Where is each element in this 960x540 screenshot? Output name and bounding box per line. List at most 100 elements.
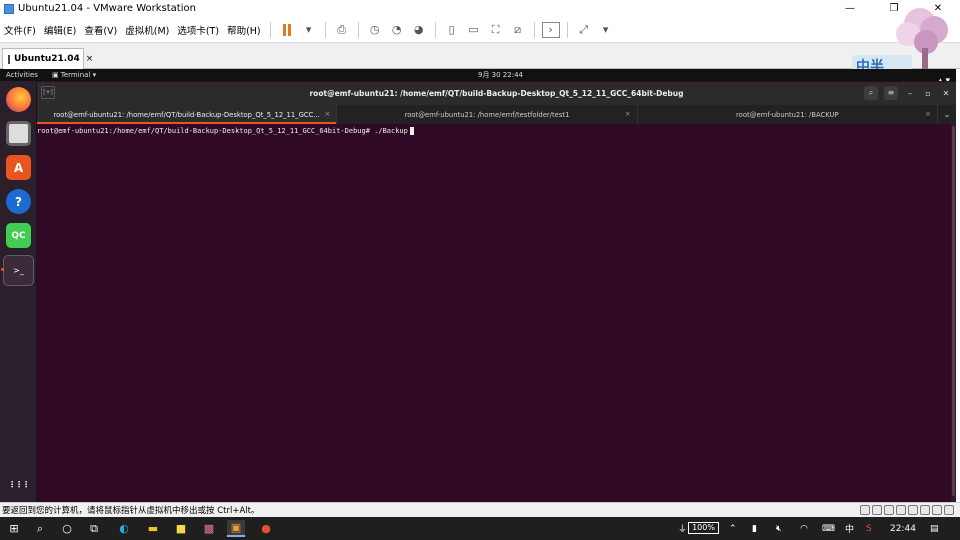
vmware-menubar: 文件(F) 编辑(E) 查看(V) 虚拟机(M) 选项卡(T) 帮助(H) ▾ …: [0, 17, 960, 43]
toolbar-separator: [269, 21, 271, 38]
app-menu-caret-icon: ▾: [92, 71, 97, 79]
tabs-overflow-icon[interactable]: ⌄: [938, 105, 956, 124]
vm-tab-icon: [8, 54, 10, 64]
mute-icon[interactable]: 🔇︎: [776, 517, 782, 540]
terminal-cursor: [409, 127, 414, 135]
task-view-icon[interactable]: ⧉: [85, 520, 103, 537]
qt-creator-icon[interactable]: QC: [6, 223, 31, 248]
wifi-icon[interactable]: ◠: [800, 517, 808, 540]
terminal-maximize-icon[interactable]: ▫: [922, 89, 934, 98]
terminal-tab-bar: root@emf-ubuntu21: /home/emf/QT/build-Ba…: [37, 105, 956, 124]
snapshot-manager-icon[interactable]: ◕: [410, 22, 428, 38]
terminal-tab-2[interactable]: root@emf-ubuntu21: /home/emf/testfolder/…: [337, 105, 638, 124]
hdd-icon[interactable]: [860, 505, 870, 515]
sound-icon[interactable]: [908, 505, 918, 515]
microphone-icon[interactable]: ▮: [752, 517, 757, 540]
vm-tab-close-icon[interactable]: ×: [86, 54, 94, 64]
files-icon[interactable]: [6, 121, 31, 146]
menu-edit[interactable]: 编辑(E): [40, 23, 80, 37]
desktop-mascot-widget[interactable]: 中半: [852, 0, 956, 80]
vmware-statusbar: 要返回到您的计算机，请将鼠标指针从虚拟机中移出或按 Ctrl+Alt。: [0, 502, 960, 517]
menu-vm[interactable]: 虚拟机(M): [121, 23, 173, 37]
ubuntu-clock[interactable]: 9月 30 22:44: [478, 70, 523, 80]
show-hidden-icons[interactable]: ⌃: [729, 517, 737, 540]
vmware-taskbar-icon[interactable]: ▣: [227, 520, 245, 537]
messages-icon[interactable]: [944, 505, 954, 515]
ime-indicator[interactable]: 中: [845, 517, 854, 540]
ubuntu-topbar: Activities ▣ Terminal ▾ 9月 30 22:44 ▴ ▾: [0, 69, 956, 86]
toolbar-separator: [533, 21, 535, 38]
help-icon[interactable]: ?: [6, 189, 31, 214]
tab-close-icon[interactable]: ×: [925, 110, 931, 118]
terminal-tab-label: root@emf-ubuntu21: /home/emf/testfolder/…: [404, 110, 570, 119]
fullscreen-icon[interactable]: ⛶: [487, 22, 505, 38]
send-ctrl-alt-del-icon[interactable]: ⎙: [333, 22, 351, 38]
taskbar-clock[interactable]: 22:44: [890, 517, 916, 540]
terminal-tab-1[interactable]: root@emf-ubuntu21: /home/emf/QT/build-Ba…: [37, 105, 338, 124]
file-explorer-icon[interactable]: ▬: [144, 520, 162, 537]
vmware-app-icon: [4, 3, 14, 14]
new-tab-button[interactable]: [+]: [41, 86, 55, 99]
terminal-prompt-line: root@emf-ubuntu21:/home/emf/QT/build-Bac…: [37, 127, 408, 135]
app-menu-label: Terminal: [60, 71, 91, 79]
pause-dropdown-icon[interactable]: ▾: [300, 22, 318, 38]
cortana-icon[interactable]: ○: [58, 520, 76, 537]
console-view-icon[interactable]: ›: [541, 21, 560, 38]
status-hint-text: 要返回到您的计算机，请将鼠标指针从虚拟机中移出或按 Ctrl+Alt。: [2, 506, 260, 516]
firefox-icon[interactable]: [6, 87, 31, 112]
network-icon[interactable]: [884, 505, 894, 515]
menu-file[interactable]: 文件(F): [0, 23, 40, 37]
edge-icon[interactable]: ◐: [115, 520, 133, 537]
printer-icon[interactable]: [920, 505, 930, 515]
pause-icon[interactable]: [278, 22, 296, 38]
tab-close-icon[interactable]: ×: [625, 110, 631, 118]
terminal-tab-label: root@emf-ubuntu21: /home/emf/QT/build-Ba…: [53, 110, 320, 119]
snapshot-icon[interactable]: ◷: [366, 22, 384, 38]
powerpoint-icon[interactable]: ●: [257, 520, 275, 537]
hamburger-menu-icon[interactable]: ≡: [884, 86, 898, 100]
library-view-icon[interactable]: ▯: [443, 22, 461, 38]
unity-icon[interactable]: ⧄: [509, 22, 527, 38]
power-plug-icon: ⏚: [678, 525, 688, 535]
image-app-icon[interactable]: ▩: [200, 520, 218, 537]
menu-help[interactable]: 帮助(H): [223, 23, 265, 37]
display-icon[interactable]: [932, 505, 942, 515]
sogou-icon[interactable]: S: [866, 517, 872, 540]
battery-indicator[interactable]: 100%: [688, 522, 719, 534]
search-icon[interactable]: ⌕: [864, 86, 878, 100]
search-icon[interactable]: ⌕: [31, 520, 49, 537]
thumbnail-view-icon[interactable]: ▭: [465, 22, 483, 38]
keyboard-icon[interactable]: ⌨: [822, 517, 835, 540]
device-status-icons: [860, 505, 954, 515]
menu-tabs[interactable]: 选项卡(T): [173, 23, 223, 37]
app-grid-icon[interactable]: ⋮⋮⋮: [6, 472, 31, 497]
terminal-header-tools: ⌕ ≡ – ▫ ✕: [864, 86, 952, 100]
terminal-output[interactable]: root@emf-ubuntu21:/home/emf/QT/build-Bac…: [37, 124, 956, 502]
stretch-guest-icon[interactable]: ⤢: [575, 22, 593, 38]
toolbar-separator: [357, 21, 359, 38]
activities-button[interactable]: Activities: [6, 71, 38, 79]
scrollbar-thumb[interactable]: [952, 126, 955, 496]
tab-close-icon[interactable]: ×: [324, 110, 330, 118]
notification-icon[interactable]: ▤: [930, 517, 939, 540]
stretch-dropdown-icon[interactable]: ▾: [597, 22, 615, 38]
terminal-minimize-icon[interactable]: –: [904, 89, 916, 98]
revert-snapshot-icon[interactable]: ◔: [388, 22, 406, 38]
terminal-tab-label: root@emf-ubuntu21: /BACKUP: [736, 110, 839, 119]
start-icon[interactable]: ⊞: [5, 520, 23, 537]
terminal-title: root@emf-ubuntu21: /home/emf/QT/build-Ba…: [309, 89, 684, 98]
vm-tab[interactable]: Ubuntu21.04 ×: [2, 48, 93, 69]
cdrom-icon[interactable]: [872, 505, 882, 515]
window-title: Ubuntu21.04 - VMware Workstation: [18, 3, 196, 14]
terminal-close-icon[interactable]: ✕: [940, 89, 952, 98]
terminal-tab-3[interactable]: root@emf-ubuntu21: /BACKUP ×: [638, 105, 938, 124]
vm-tab-strip: Ubuntu21.04 ×: [0, 43, 960, 69]
terminal-icon[interactable]: >_: [3, 255, 34, 286]
sticky-notes-icon[interactable]: ■: [172, 520, 190, 537]
usb-icon[interactable]: [896, 505, 906, 515]
app-menu-terminal[interactable]: ▣ Terminal ▾: [52, 71, 96, 79]
running-indicator: [1, 268, 4, 271]
software-icon[interactable]: A: [6, 155, 31, 180]
terminal-scrollbar[interactable]: [951, 124, 956, 502]
menu-view[interactable]: 查看(V): [80, 23, 121, 37]
